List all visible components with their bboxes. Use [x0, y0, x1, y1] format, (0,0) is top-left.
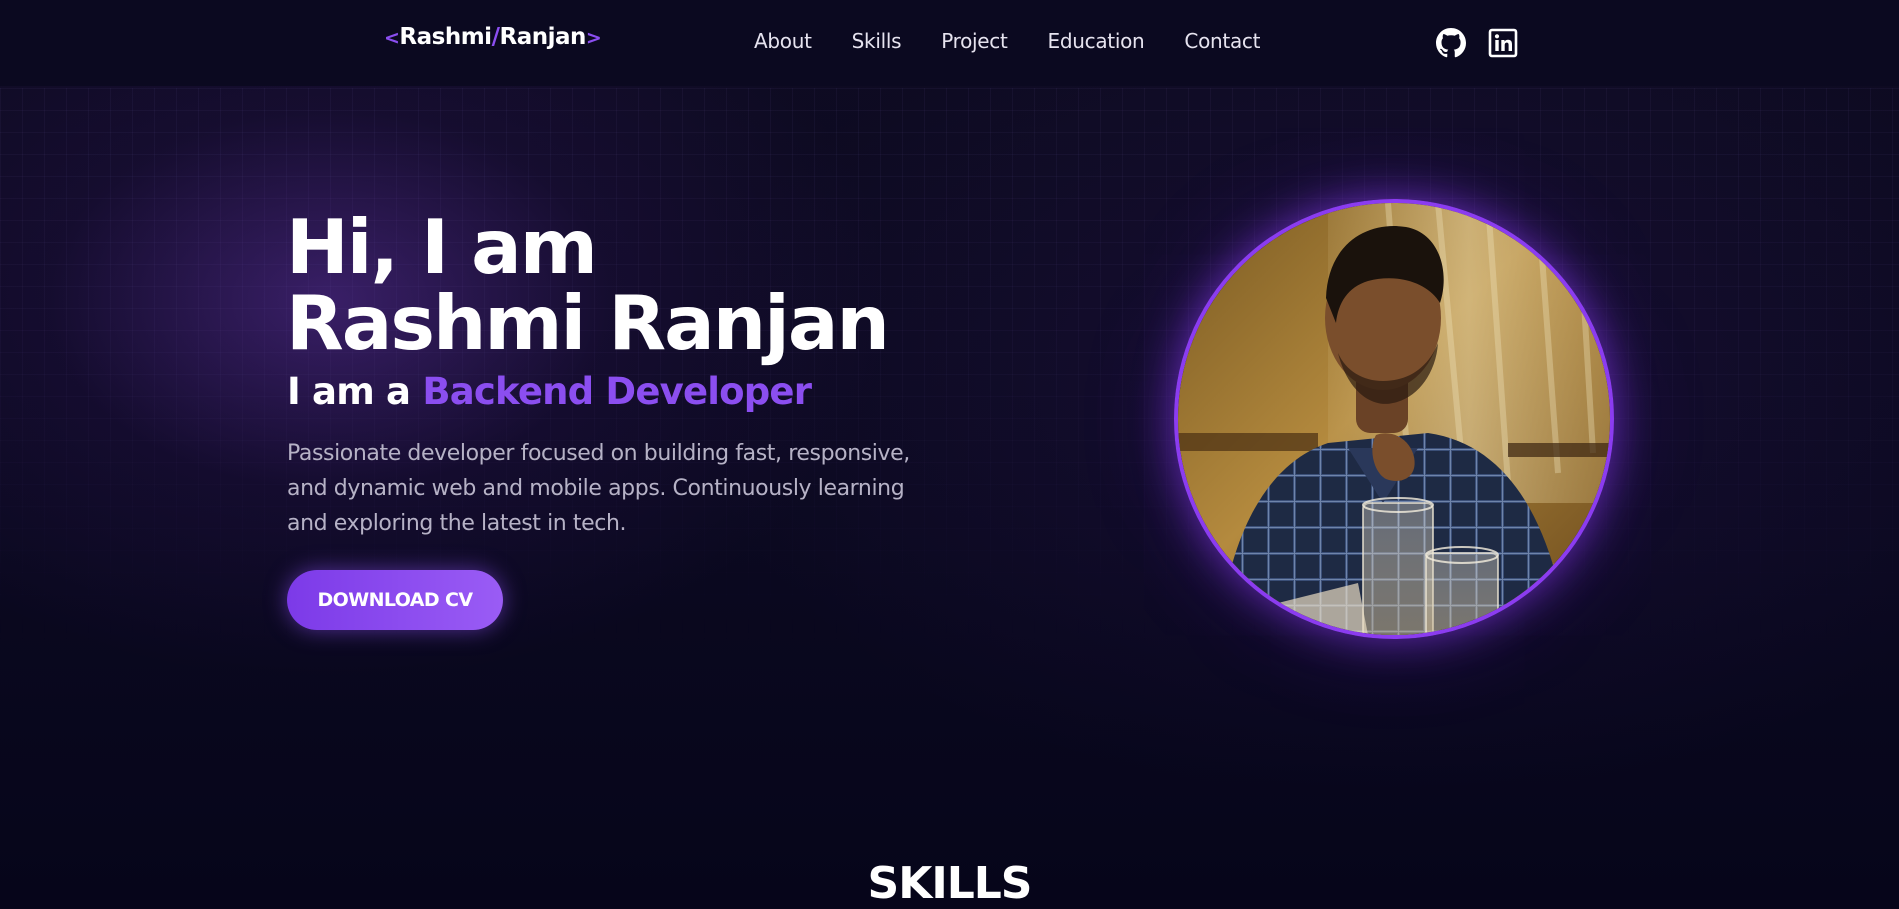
navbar: <Rashmi/Ranjan> About Skills Project Edu… — [0, 0, 1899, 86]
linkedin-icon[interactable] — [1488, 28, 1518, 58]
hero-role-highlight: Backend Developer — [422, 370, 812, 413]
nav-link-skills[interactable]: Skills — [852, 29, 902, 53]
logo-open-bracket: < — [384, 27, 400, 49]
github-icon[interactable] — [1436, 28, 1466, 58]
hero-greeting: Hi, I am — [286, 203, 598, 291]
nav-link-contact[interactable]: Contact — [1184, 29, 1260, 53]
download-cv-button[interactable]: DOWNLOAD CV — [287, 570, 503, 630]
hero-role: I am a Backend Developer — [287, 370, 812, 414]
logo-close-bracket: > — [585, 27, 602, 49]
nav-link-project[interactable]: Project — [941, 29, 1008, 53]
hero-name: Rashmi Ranjan — [286, 279, 890, 367]
site-logo[interactable]: <Rashmi/Ranjan> — [384, 24, 602, 50]
hero-role-prefix: I am a — [287, 370, 411, 413]
logo-last-name: Ranjan — [499, 24, 586, 50]
social-links — [1436, 28, 1518, 58]
logo-first-name: Rashmi — [399, 24, 492, 50]
skills-section-title: SKILLS — [867, 858, 1033, 909]
hero-description: Passionate developer focused on building… — [287, 441, 910, 536]
background-grid — [0, 88, 1899, 648]
nav-link-about[interactable]: About — [754, 29, 812, 53]
profile-photo — [1174, 199, 1614, 639]
nav-link-education[interactable]: Education — [1048, 29, 1145, 53]
nav-links: About Skills Project Education Contact — [754, 29, 1260, 53]
hero-title: Hi, I am Rashmi Ranjan — [286, 203, 890, 367]
